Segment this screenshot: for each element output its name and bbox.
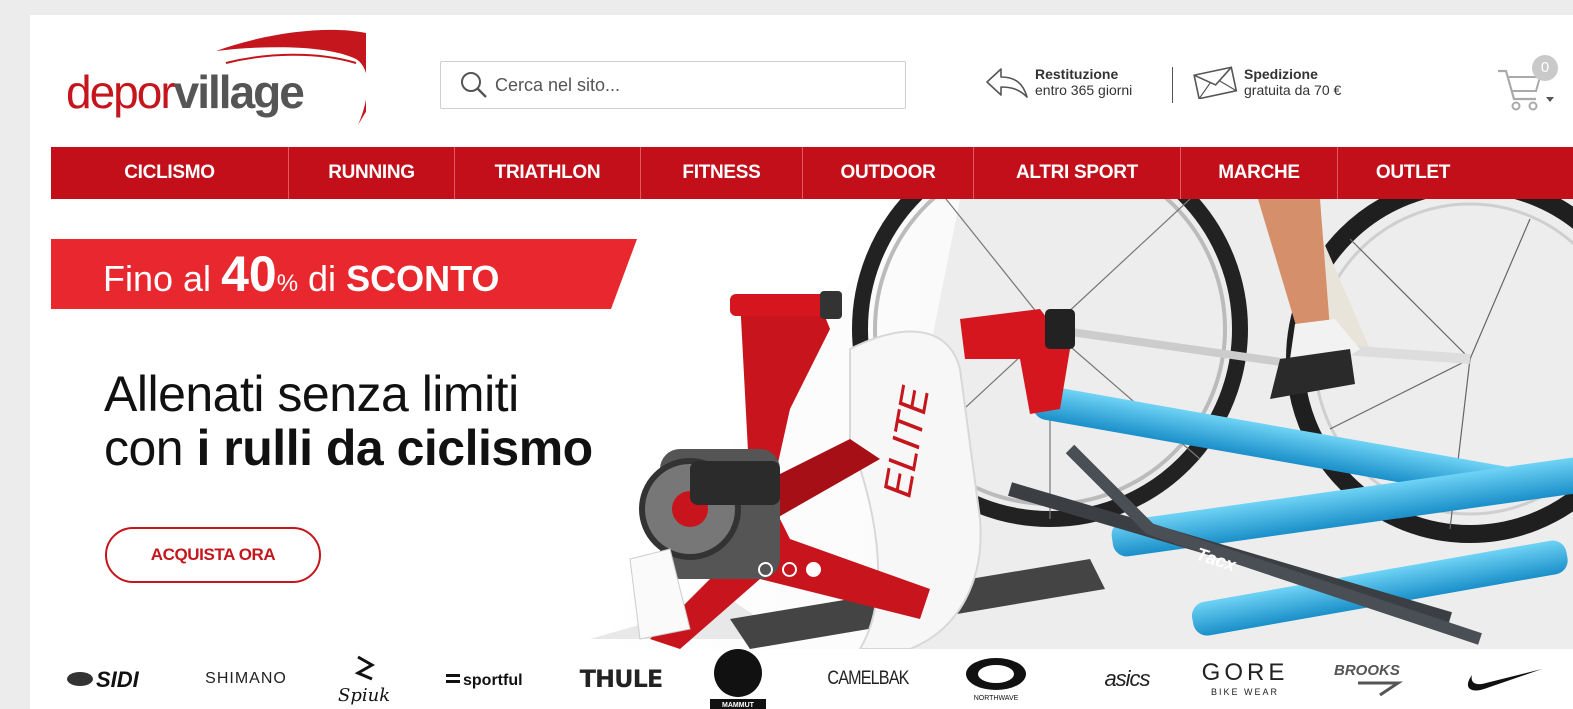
svg-text:Spiuk: Spiuk bbox=[338, 685, 390, 706]
headline-line-1: Allenati senza limiti bbox=[104, 366, 519, 422]
northwave-logo-icon: NORTHWAVE bbox=[966, 658, 1026, 702]
svg-text:SIDI: SIDI bbox=[96, 667, 140, 692]
main-nav: CICLISMO RUNNING TRIATHLON FITNESS OUTDO… bbox=[51, 147, 1573, 199]
brand-logo-spiuk[interactable]: Spiuk bbox=[326, 649, 406, 709]
nav-item-altri-sport[interactable]: ALTRI SPORT bbox=[974, 147, 1181, 199]
search-input[interactable] bbox=[495, 74, 875, 96]
perk-divider bbox=[1172, 67, 1173, 103]
search-icon[interactable] bbox=[459, 70, 489, 100]
brand-logo-camelbak[interactable]: CAMELBAK bbox=[827, 649, 909, 709]
brand-logo-asics[interactable]: asics bbox=[1082, 649, 1172, 709]
slider-dot-active[interactable] bbox=[806, 562, 821, 577]
hero-headline: Allenati senza limiti con i rulli da cic… bbox=[104, 367, 593, 475]
returns-subtitle: entro 365 giorni bbox=[1035, 82, 1133, 98]
svg-text:sportful: sportful bbox=[463, 672, 523, 689]
shipping-info[interactable]: Spedizione gratuita da 70 € bbox=[1192, 65, 1341, 99]
return-arrow-icon bbox=[986, 68, 1028, 98]
brand-logo-northwave[interactable]: NORTHWAVE bbox=[950, 649, 1042, 709]
shipping-subtitle: gratuita da 70 € bbox=[1244, 82, 1342, 98]
page: deporvillage Restituzione entro 365 gior… bbox=[30, 15, 1573, 709]
brand-logo-nike[interactable] bbox=[1458, 649, 1548, 709]
nav-item-outdoor[interactable]: OUTDOOR bbox=[803, 147, 974, 199]
nav-item-fitness[interactable]: FITNESS bbox=[641, 147, 803, 199]
brand-logo-mammut[interactable]: MAMMUT bbox=[706, 649, 770, 709]
nav-item-running[interactable]: RUNNING bbox=[289, 147, 455, 199]
svg-text:MAMMUT: MAMMUT bbox=[722, 702, 755, 709]
envelope-icon bbox=[1193, 66, 1238, 99]
nav-item-ciclismo[interactable]: CICLISMO bbox=[51, 147, 289, 199]
gore-wordmark: GORE bbox=[1201, 659, 1289, 686]
svg-text:BROOKS: BROOKS bbox=[1334, 662, 1400, 679]
slider-dot[interactable] bbox=[758, 562, 773, 577]
mammoth-logo-icon: MAMMUT bbox=[710, 649, 766, 709]
brand-logo-gore[interactable]: GORE BIKE WEAR bbox=[1200, 649, 1290, 709]
logo-wordmark: deporvillage bbox=[66, 66, 305, 118]
brand-logo-thule[interactable]: THULE bbox=[578, 649, 664, 709]
returns-info[interactable]: Restituzione entro 365 giorni bbox=[985, 65, 1132, 99]
hero-slider[interactable]: Tacx ELITE Fino al 40% di SCONTO Allenat… bbox=[30, 199, 1573, 649]
nike-swoosh-icon bbox=[1467, 669, 1542, 691]
logo[interactable]: deporvillage bbox=[66, 25, 366, 125]
search-box[interactable] bbox=[440, 61, 906, 109]
brand-logo-brooks[interactable]: BROOKS bbox=[1328, 649, 1424, 709]
nav-item-outlet[interactable]: OUTLET bbox=[1338, 147, 1488, 199]
returns-title: Restituzione bbox=[1035, 66, 1119, 82]
brand-strip: SIDI SHIMANO Spiuk sportful THULE MAMMUT bbox=[30, 649, 1573, 709]
brand-logo-sidi[interactable]: SIDI bbox=[66, 649, 166, 709]
spiuk-logo-icon: Spiuk bbox=[338, 655, 390, 706]
sidi-logo-icon: SIDI bbox=[67, 667, 140, 692]
svg-text:NORTHWAVE: NORTHWAVE bbox=[974, 695, 1019, 702]
slider-dot[interactable] bbox=[782, 562, 797, 577]
gore-sub: BIKE WEAR bbox=[1210, 687, 1279, 697]
shipping-title: Spedizione bbox=[1244, 66, 1318, 82]
cart-button[interactable]: 0 bbox=[1496, 55, 1566, 115]
shop-now-button[interactable]: ACQUISTA ORA bbox=[105, 527, 321, 583]
brand-logo-shimano[interactable]: SHIMANO bbox=[198, 649, 294, 709]
cart-count-badge: 0 bbox=[1532, 55, 1558, 81]
headline-line-2: con i rulli da ciclismo bbox=[104, 420, 593, 476]
discount-banner: Fino al 40% di SCONTO bbox=[51, 239, 637, 309]
slider-dots bbox=[758, 562, 821, 577]
nav-item-triathlon[interactable]: TRIATHLON bbox=[455, 147, 641, 199]
nav-item-marche[interactable]: MARCHE bbox=[1181, 147, 1338, 199]
sportful-logo-icon: sportful bbox=[446, 672, 523, 689]
brooks-logo-icon: BROOKS bbox=[1334, 662, 1403, 697]
brand-logo-sportful[interactable]: sportful bbox=[442, 649, 546, 709]
